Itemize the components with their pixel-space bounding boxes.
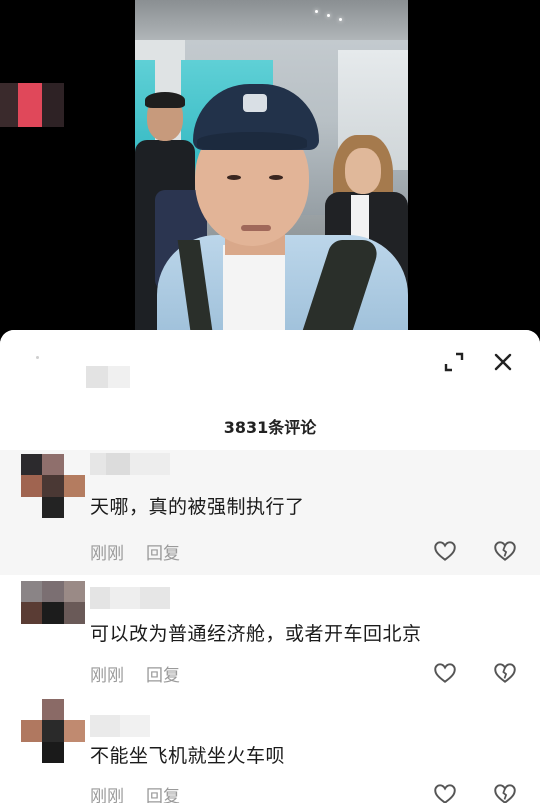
comment-meta: 刚刚 回复 bbox=[90, 661, 180, 686]
comment-text: 可以改为普通经济舱，或者开车回北京 bbox=[90, 623, 422, 645]
username-blurred[interactable] bbox=[90, 715, 150, 737]
comment-meta: 刚刚 回复 bbox=[90, 782, 180, 803]
avatar[interactable] bbox=[21, 581, 85, 645]
comment-time: 刚刚 bbox=[90, 787, 124, 803]
dislike-button[interactable] bbox=[492, 538, 518, 564]
ceiling-light bbox=[315, 10, 318, 13]
expand-button[interactable] bbox=[438, 346, 470, 378]
comment-sheet: 3831条评论 天哪，真的被强制执行了 刚刚 回复 可以改为普通经济舱，或者开车… bbox=[0, 330, 540, 803]
decorative-dot bbox=[36, 356, 39, 359]
ceiling-light bbox=[327, 14, 330, 17]
side-thumbnail bbox=[0, 83, 64, 127]
heart-icon bbox=[434, 541, 456, 561]
broken-heart-icon bbox=[494, 784, 516, 803]
heart-icon bbox=[434, 784, 456, 803]
close-icon bbox=[494, 353, 512, 371]
comment-meta: 刚刚 回复 bbox=[90, 539, 180, 564]
cap-logo bbox=[243, 94, 267, 112]
dislike-button[interactable] bbox=[492, 660, 518, 686]
expand-icon bbox=[444, 352, 464, 372]
video-frame bbox=[135, 0, 408, 345]
comment-time: 刚刚 bbox=[90, 666, 124, 686]
heart-icon bbox=[434, 663, 456, 683]
background-person-left-hair bbox=[145, 92, 185, 108]
comment-time: 刚刚 bbox=[90, 544, 124, 564]
reply-button[interactable]: 回复 bbox=[146, 782, 180, 803]
cap-brim bbox=[197, 132, 307, 150]
avatar[interactable] bbox=[21, 699, 85, 763]
comment-text: 不能坐飞机就坐火车呗 bbox=[90, 745, 286, 767]
mouth bbox=[241, 225, 271, 231]
like-button[interactable] bbox=[432, 660, 458, 686]
comment-item[interactable]: 可以改为普通经济舱，或者开车回北京 刚刚 回复 bbox=[0, 575, 540, 697]
reply-button[interactable]: 回复 bbox=[146, 539, 180, 564]
avatar[interactable] bbox=[21, 454, 85, 518]
comment-count-title: 3831条评论 bbox=[223, 418, 317, 437]
username-blurred[interactable] bbox=[90, 587, 170, 609]
like-button[interactable] bbox=[432, 781, 458, 803]
close-button[interactable] bbox=[487, 346, 519, 378]
reply-button[interactable]: 回复 bbox=[146, 661, 180, 686]
dislike-button[interactable] bbox=[492, 781, 518, 803]
ceiling bbox=[135, 0, 408, 40]
username-blurred[interactable] bbox=[90, 453, 170, 475]
broken-heart-icon bbox=[494, 541, 516, 561]
eye bbox=[269, 175, 283, 180]
broken-heart-icon bbox=[494, 663, 516, 683]
comment-sheet-header: 3831条评论 bbox=[0, 330, 540, 450]
comment-item[interactable]: 天哪，真的被强制执行了 刚刚 回复 bbox=[0, 450, 540, 575]
video-player[interactable] bbox=[0, 0, 540, 345]
comment-text: 天哪，真的被强制执行了 bbox=[90, 496, 305, 518]
background-person-right-head bbox=[345, 148, 381, 194]
eye bbox=[227, 175, 241, 180]
like-button[interactable] bbox=[432, 538, 458, 564]
comment-item[interactable]: 不能坐飞机就坐火车呗 刚刚 回复 bbox=[0, 697, 540, 803]
blurred-avatar bbox=[86, 366, 130, 388]
ceiling-light bbox=[339, 18, 342, 21]
